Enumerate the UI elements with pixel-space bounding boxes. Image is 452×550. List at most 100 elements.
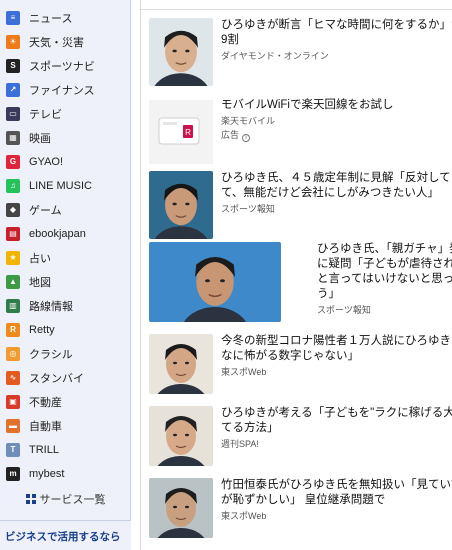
news-item[interactable]: ひろゆきが断言「ヒマな時間に何をするか」が 9割ダイヤモンド・オンライン [141, 18, 452, 90]
sidebar-item-label: 地図 [29, 277, 51, 289]
news-item[interactable]: 今冬の新型コロナ陽性者１万人説にひろゆき氏 なに怖がる数字じゃない」東スポWeb [141, 334, 452, 398]
mobile-wifi-router-thumbnail[interactable]: R [149, 98, 213, 166]
source-label: 東スポWeb [221, 367, 267, 377]
source-label: スポーツ報知 [317, 305, 371, 315]
source-label: ダイヤモンド・オンライン [221, 51, 329, 61]
finance-icon: ↗ [6, 83, 20, 97]
source-label: 週刊SPA! [221, 439, 259, 449]
headline-line[interactable]: 竹田恒泰氏がひろゆき氏を無知扱い「見ていて [221, 478, 452, 493]
source-label: 楽天モバイル [221, 116, 276, 126]
sidebar-item-news[interactable]: ≡ ニュース [0, 6, 131, 30]
line-music-icon: ♫ [6, 179, 20, 193]
sidebar-item-label: GYAO! [29, 156, 64, 168]
sidebar-item-weather[interactable]: ☀ 天気・災害 [0, 30, 131, 54]
headline-line[interactable]: に疑問「子どもが虐待され [317, 257, 452, 272]
headline-line[interactable]: ひろゆき氏、「親ガチャ」発 [317, 242, 452, 257]
headline-line[interactable]: てる方法」 [221, 421, 452, 436]
sidebar-item-fortune[interactable]: ★ 占い [0, 246, 131, 270]
news-text: ひろゆき氏、「親ガチャ」発 に疑問「子どもが虐待され と言ってはいけないと思っ う」ス… [317, 242, 452, 326]
hiroyuki-portrait-1-thumbnail[interactable] [149, 18, 213, 86]
service-list-label: サービス一覧 [39, 494, 106, 506]
ad-item[interactable]: R モバイルWiFiで楽天回線をお試し 楽天モバイル 広告 i [141, 98, 452, 170]
headline-line[interactable]: ひろゆきが考える「子どもを"ラクに稼げる大人 [221, 406, 452, 421]
sidebar-item-label: スタンバイ [29, 373, 84, 385]
sidebar-item-realestate[interactable]: ▣ 不動産 [0, 390, 131, 414]
feed-top-border [141, 0, 452, 10]
news-text: ひろゆき氏、４５歳定年制に見解「反対してい て、無能だけど会社にしがみつきたい人」… [221, 171, 452, 243]
sidebar-item-trill[interactable]: T TRILL [0, 438, 131, 462]
headline-line[interactable]: が恥ずかしい」 皇位継承問題で [221, 493, 452, 508]
news-text: ひろゆきが考える「子どもを"ラクに稼げる大人 てる方法」週刊SPA! [221, 406, 452, 470]
service-list: ≡ ニュース ☀ 天気・災害 S スポーツナビ ↗ ファイナンス ▭ テレビ ▦ 映画 G GYAO! ♫ L… [0, 6, 131, 486]
headline-line[interactable]: 今冬の新型コロナ陽性者１万人説にひろゆき氏 [221, 334, 452, 349]
source-label: スポーツ報知 [221, 204, 275, 214]
news-icon: ≡ [6, 11, 20, 25]
sidebar-item-label: Retty [29, 324, 55, 336]
headline-line[interactable]: ひろゆき氏、４５歳定年制に見解「反対してい [221, 171, 452, 186]
hiroyuki-portrait-3-thumbnail[interactable] [149, 334, 213, 394]
sidebar-item-label: 不動産 [29, 397, 62, 409]
stanby-icon: ∿ [6, 371, 20, 385]
sidebar-item-train[interactable]: ▥ 路線情報 [0, 294, 131, 318]
headline-line[interactable]: と言ってはいけないと思っ [317, 272, 452, 287]
movie-icon: ▦ [6, 131, 20, 145]
sidebar-item-label: mybest [29, 468, 65, 480]
kurashiru-icon: ◎ [6, 347, 20, 361]
sidebar-item-tv[interactable]: ▭ テレビ [0, 102, 131, 126]
car-icon: ▬ [6, 419, 20, 433]
realestate-icon: ▣ [6, 395, 20, 409]
sidebar-item-retty[interactable]: R Retty [0, 318, 131, 342]
news-text: 竹田恒泰氏がひろゆき氏を無知扱い「見ていて が恥ずかしい」 皇位継承問題で東スポW… [221, 478, 452, 542]
hiroyuki-closeup-thumbnail[interactable] [149, 242, 281, 322]
headline-line[interactable]: モバイルWiFiで楽天回線をお試し [221, 98, 452, 113]
ad-badge: 広告 i [221, 129, 452, 142]
game-icon: ◆ [6, 203, 20, 217]
tv-icon: ▭ [6, 107, 20, 121]
news-item[interactable]: 竹田恒泰氏がひろゆき氏を無知扱い「見ていて が恥ずかしい」 皇位継承問題で東スポW… [141, 478, 452, 542]
sidebar-item-game[interactable]: ◆ ゲーム [0, 198, 131, 222]
sidebar-item-kurashiru[interactable]: ◎ クラシル [0, 342, 131, 366]
news-item[interactable]: ひろゆきが考える「子どもを"ラクに稼げる大人 てる方法」週刊SPA! [141, 406, 452, 470]
map-icon: ▲ [6, 275, 20, 289]
headline-line[interactable]: ひろゆきが断言「ヒマな時間に何をするか」が [221, 18, 452, 33]
fortune-icon: ★ [6, 251, 20, 265]
sidebar-item-sportsnavi[interactable]: S スポーツナビ [0, 54, 131, 78]
news-feed: ひろゆきが断言「ヒマな時間に何をするか」が 9割 ダイヤモンド・オンライン R モバイル… [140, 0, 452, 550]
source-label: 東スポWeb [221, 511, 267, 521]
sidebar-item-ebookjapan[interactable]: ▤ ebookjapan [0, 222, 131, 246]
sidebar-item-label: TRILL [29, 444, 59, 456]
sidebar-item-movie[interactable]: ▦ 映画 [0, 126, 131, 150]
sidebar-item-label: ニュース [29, 13, 73, 25]
hiroyuki-smiling-thumbnail[interactable] [149, 406, 213, 466]
sidebar-item-label: テレビ [29, 109, 62, 121]
sidebar-item-map[interactable]: ▲ 地図 [0, 270, 131, 294]
business-link[interactable]: ビジネスで活用するなら [0, 520, 131, 550]
news-text: モバイルWiFiで楽天回線をお試し楽天モバイル広告 i [221, 98, 452, 170]
service-list-button[interactable]: サービス一覧 [0, 488, 131, 510]
headline-line[interactable]: なに怖がる数字じゃない」 [221, 349, 452, 364]
gyao-icon: G [6, 155, 20, 169]
news-text: 今冬の新型コロナ陽性者１万人説にひろゆき氏 なに怖がる数字じゃない」東スポWeb [221, 334, 452, 398]
sidebar-item-line-music[interactable]: ♫ LINE MUSIC [0, 174, 131, 198]
news-item[interactable]: ひろゆき氏、４５歳定年制に見解「反対してい て、無能だけど会社にしがみつきたい人」… [141, 171, 452, 243]
ebookjapan-icon: ▤ [6, 227, 20, 241]
ad-info-icon[interactable]: i [242, 134, 251, 142]
hiroyuki-portrait-4-thumbnail[interactable] [149, 478, 213, 538]
headline-line[interactable]: て、無能だけど会社にしがみつきたい人」 [221, 186, 452, 201]
hiroyuki-portrait-2-thumbnail[interactable] [149, 171, 213, 239]
sidebar-item-finance[interactable]: ↗ ファイナンス [0, 78, 131, 102]
sidebar-item-label: 自動車 [29, 421, 62, 433]
sidebar-item-stanby[interactable]: ∿ スタンバイ [0, 366, 131, 390]
news-item[interactable]: ひろゆき氏、「親ガチャ」発 に疑問「子どもが虐待され と言ってはいけないと思っ う」ス… [141, 242, 452, 326]
mybest-icon: m [6, 467, 20, 481]
sidebar-item-mybest[interactable]: m mybest [0, 462, 131, 486]
left-sidebar: ≡ ニュース ☀ 天気・災害 S スポーツナビ ↗ ファイナンス ▭ テレビ ▦ 映画 G GYAO! ♫ L… [0, 0, 131, 550]
sidebar-item-label: 天気・災害 [29, 37, 84, 49]
sidebar-item-label: ファイナンス [29, 85, 95, 97]
sidebar-item-label: クラシル [29, 349, 73, 361]
news-text: ひろゆきが断言「ヒマな時間に何をするか」が 9割ダイヤモンド・オンライン [221, 18, 452, 90]
headline-line[interactable]: う」 [317, 287, 452, 302]
headline-line[interactable]: 9割 [221, 33, 452, 48]
sidebar-item-car[interactable]: ▬ 自動車 [0, 414, 131, 438]
sidebar-item-gyao[interactable]: G GYAO! [0, 150, 131, 174]
